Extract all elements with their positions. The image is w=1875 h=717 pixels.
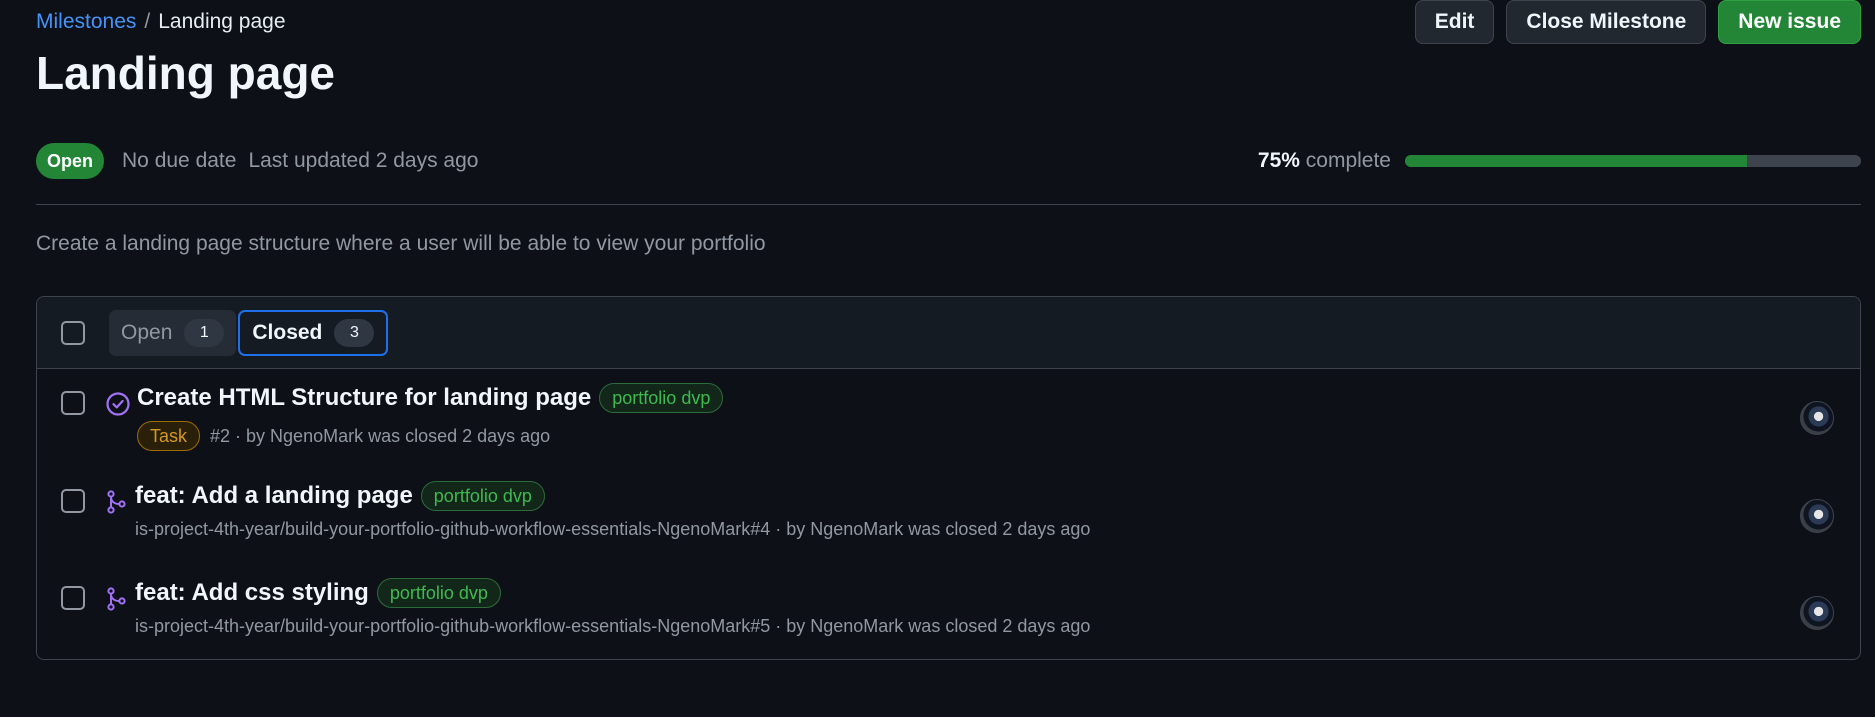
avatar[interactable]	[1800, 401, 1834, 435]
milestone-meta: Open No due date Last updated 2 days ago…	[36, 142, 1861, 180]
list-item-title-row: Create HTML Structure for landing page p…	[137, 383, 1780, 413]
due-date-text: No due date	[122, 149, 237, 172]
tab-closed[interactable]: Closed 3	[238, 309, 389, 356]
list-item-meta: is-project-4th-year/build-your-portfolio…	[135, 519, 1780, 540]
pull-request-merged-icon	[107, 587, 126, 611]
list-item-title-row: feat: Add a landing page portfolio dvp	[135, 481, 1780, 511]
row-checkbox[interactable]	[61, 489, 85, 513]
list-item-title-row: feat: Add css styling portfolio dvp	[135, 578, 1780, 608]
row-checkbox[interactable]	[61, 586, 85, 610]
progress-complete-label: complete	[1305, 149, 1391, 172]
page-title: Landing page	[36, 47, 335, 99]
issue-title-link[interactable]: Create HTML Structure for landing page	[137, 384, 591, 412]
list-item-content: feat: Add css styling portfolio dvp is-p…	[135, 578, 1780, 637]
list-item: feat: Add a landing page portfolio dvp i…	[37, 467, 1860, 564]
breadcrumb: Milestones / Landing page	[36, 10, 286, 34]
issue-meta-text: is-project-4th-year/build-your-portfolio…	[135, 519, 1091, 539]
avatar[interactable]	[1800, 499, 1834, 533]
list-item-meta: is-project-4th-year/build-your-portfolio…	[135, 616, 1780, 637]
label-badge[interactable]: portfolio dvp	[420, 481, 545, 511]
label-badge[interactable]: portfolio dvp	[376, 578, 501, 608]
progress-bar-fill	[1405, 155, 1747, 167]
milestone-progress: 75% complete	[1258, 149, 1861, 173]
list-item-content: Create HTML Structure for landing page p…	[137, 383, 1780, 451]
avatar[interactable]	[1800, 596, 1834, 630]
tab-open-count: 1	[184, 318, 225, 347]
select-all-checkbox[interactable]	[61, 320, 85, 345]
tab-open-label: Open	[121, 320, 173, 344]
tab-closed-label: Closed	[252, 320, 323, 344]
issue-title-link[interactable]: feat: Add css styling	[135, 579, 369, 607]
tab-closed-count: 3	[334, 318, 375, 347]
issue-meta-text: is-project-4th-year/build-your-portfolio…	[135, 616, 1091, 636]
list-item-meta: Task #2 · by NgenoMark was closed 2 days…	[137, 421, 1780, 451]
list-item: Create HTML Structure for landing page p…	[37, 369, 1860, 467]
milestone-actions: Edit Close Milestone New issue	[1414, 0, 1861, 44]
progress-bar	[1405, 155, 1861, 167]
list-item: feat: Add css styling portfolio dvp is-p…	[37, 564, 1860, 659]
issue-meta-text: #2 · by NgenoMark was closed 2 days ago	[210, 425, 551, 446]
label-badge[interactable]: portfolio dvp	[599, 383, 724, 413]
tab-open[interactable]: Open 1	[109, 309, 237, 356]
last-updated-text: Last updated 2 days ago	[248, 149, 479, 172]
progress-percent: 75%	[1257, 149, 1300, 172]
header-row: Milestones / Landing page Edit Close Mil…	[36, 0, 1861, 46]
new-issue-button[interactable]: New issue	[1718, 0, 1861, 44]
issue-type-badge: Task	[137, 421, 201, 451]
milestone-meta-left: Open No due date Last updated 2 days ago	[36, 143, 478, 179]
milestone-description: Create a landing page structure where a …	[36, 232, 766, 255]
edit-button[interactable]: Edit	[1414, 0, 1495, 44]
breadcrumb-current: Landing page	[158, 10, 286, 33]
divider	[36, 204, 1861, 205]
close-milestone-button[interactable]: Close Milestone	[1506, 0, 1707, 44]
issue-closed-icon	[106, 392, 130, 416]
milestone-page: Milestones / Landing page Edit Close Mil…	[0, 0, 1875, 717]
breadcrumb-separator: /	[144, 10, 151, 33]
breadcrumb-milestones-link[interactable]: Milestones	[36, 10, 136, 34]
pull-request-merged-icon	[107, 490, 126, 514]
progress-text: 75% complete	[1258, 149, 1391, 173]
issues-list: Open 1 Closed 3 Create HTML Structure fo…	[36, 296, 1861, 660]
issues-list-header: Open 1 Closed 3	[37, 297, 1860, 369]
list-item-content: feat: Add a landing page portfolio dvp i…	[135, 481, 1780, 540]
row-checkbox[interactable]	[61, 391, 85, 415]
issue-title-link[interactable]: feat: Add a landing page	[135, 482, 413, 510]
status-badge: Open	[36, 143, 105, 179]
